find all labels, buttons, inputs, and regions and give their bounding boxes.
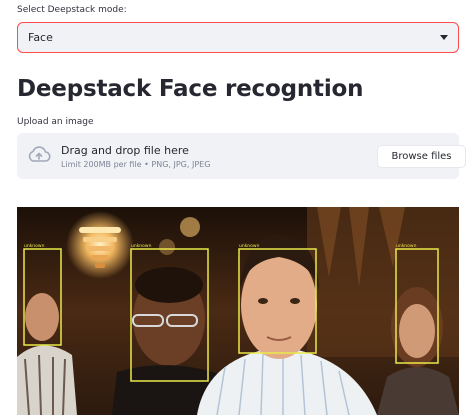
face-label: unknown	[239, 243, 260, 249]
chevron-down-icon[interactable]	[440, 35, 448, 40]
mode-select[interactable]: Face	[17, 22, 459, 53]
face-label: unknown	[131, 243, 152, 249]
cloud-upload-icon	[28, 146, 51, 162]
dropzone-limit-text: Limit 200MB per file • PNG, JPG, JPEG	[61, 160, 211, 169]
page-title: Deepstack Face recogntion	[17, 76, 364, 102]
mode-select-label: Select Deepstack mode:	[17, 5, 127, 15]
upload-label: Upload an image	[17, 117, 94, 127]
mode-select-value: Face	[28, 31, 53, 44]
result-image: unknown unknown unknown unknown	[17, 207, 459, 415]
file-dropzone[interactable]: Drag and drop file here Limit 200MB per …	[17, 133, 466, 179]
dropzone-title: Drag and drop file here	[61, 144, 189, 157]
face-label: unknown	[24, 243, 45, 249]
browse-files-button[interactable]: Browse files	[377, 145, 466, 168]
face-label: unknown	[396, 243, 417, 249]
